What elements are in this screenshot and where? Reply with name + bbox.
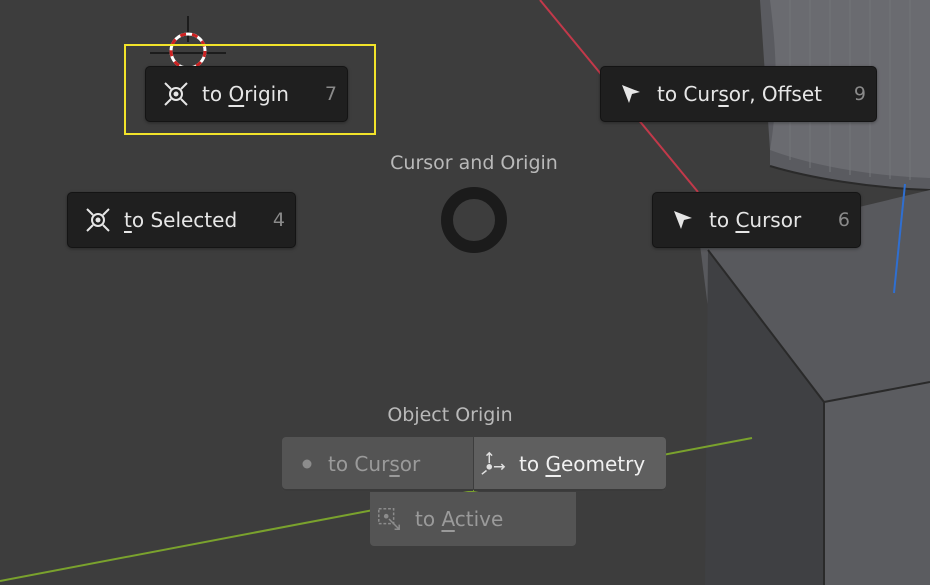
to-origin-hotkey: 7	[324, 83, 337, 105]
to-selected-hotkey: 4	[272, 209, 285, 231]
active-object-icon	[376, 506, 402, 532]
origin-to-geometry-icon	[480, 451, 506, 477]
origin-to-active-button[interactable]: to Active	[370, 492, 576, 546]
to-cursor-offset-button[interactable]: to Cursor, Offset 9	[600, 66, 877, 122]
to-origin-label: to Origin	[202, 82, 289, 106]
snap-origin-icon	[162, 80, 190, 108]
to-cursor-button[interactable]: to Cursor 6	[652, 192, 861, 248]
origin-to-active-label: to Active	[415, 507, 504, 531]
to-cursor-offset-label: to Cursor, Offset	[657, 82, 822, 106]
cube-mesh	[700, 190, 930, 585]
snap-origin-icon	[84, 206, 112, 234]
origin-to-cursor-label: to Cursor	[328, 452, 421, 476]
to-origin-button[interactable]: to Origin 7	[145, 66, 348, 122]
object-origin-title: Object Origin	[387, 404, 513, 426]
pie-center-ring-icon	[441, 187, 507, 253]
dot-icon	[294, 451, 320, 477]
to-cursor-label: to Cursor	[709, 208, 802, 232]
cursor-arrow-icon	[669, 206, 697, 234]
to-selected-button[interactable]: to Selected 4	[67, 192, 296, 248]
origin-to-geometry-button[interactable]: to Geometry	[474, 437, 666, 491]
cursor-arrow-icon	[617, 80, 645, 108]
origin-to-cursor-button[interactable]: to Cursor	[282, 437, 473, 491]
to-selected-label: to Selected	[124, 208, 238, 232]
to-cursor-offset-hotkey: 9	[853, 83, 866, 105]
to-cursor-hotkey: 6	[837, 209, 850, 231]
pie-menu-title: Cursor and Origin	[390, 152, 558, 174]
origin-to-geometry-label: to Geometry	[519, 452, 646, 476]
